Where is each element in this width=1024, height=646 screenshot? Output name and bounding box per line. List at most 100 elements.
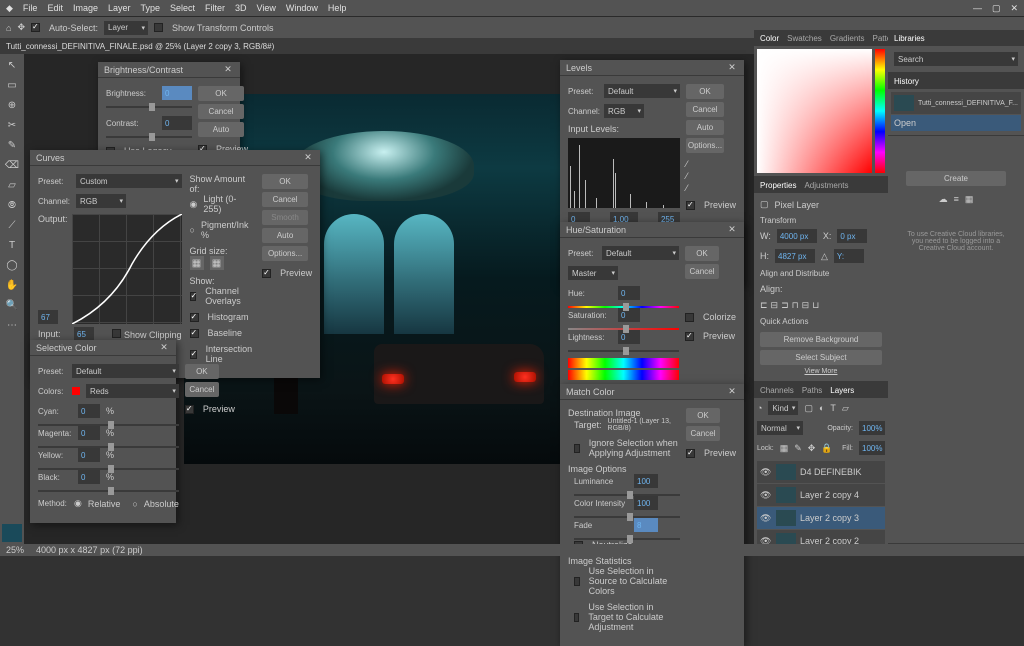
- fade-slider[interactable]: [574, 538, 680, 540]
- options-button[interactable]: Options...: [262, 246, 308, 261]
- layer-row[interactable]: 👁Layer 2 copy 3: [757, 507, 885, 529]
- menu-image[interactable]: Image: [73, 3, 98, 13]
- ignore-check[interactable]: [574, 444, 580, 453]
- kind-dropdown[interactable]: Kind: [768, 401, 798, 415]
- removebg-button[interactable]: Remove Background: [760, 332, 882, 347]
- layer-row[interactable]: 👁Layer 2 copy 4: [757, 484, 885, 506]
- cyan-value[interactable]: 0: [78, 404, 100, 418]
- max-icon[interactable]: ▢: [992, 3, 1001, 14]
- ok-button[interactable]: OK: [686, 408, 720, 423]
- lib-list-icon[interactable]: ≡: [954, 194, 959, 204]
- output-value[interactable]: 67: [38, 310, 58, 324]
- intersect-check[interactable]: [190, 350, 197, 359]
- grid-large[interactable]: ▦: [210, 256, 224, 270]
- baseline-check[interactable]: [190, 329, 199, 338]
- filter-type-icon[interactable]: T: [830, 403, 836, 413]
- blend-dropdown[interactable]: Normal: [757, 421, 803, 435]
- tab-libraries[interactable]: Libraries: [894, 34, 925, 43]
- filter-adj-icon[interactable]: ◐: [819, 403, 824, 413]
- absolute-radio[interactable]: Absolute: [144, 499, 179, 509]
- menu-select[interactable]: Select: [170, 3, 195, 13]
- menu-edit[interactable]: Edit: [47, 3, 63, 13]
- lasso-tool[interactable]: ⊕: [2, 96, 22, 114]
- channel-dropdown[interactable]: RGB: [604, 104, 644, 118]
- ok-button[interactable]: OK: [198, 86, 244, 101]
- autoselect-dropdown[interactable]: Layer: [104, 21, 148, 35]
- menu-file[interactable]: File: [23, 3, 38, 13]
- preset-dropdown[interactable]: Default: [72, 364, 179, 378]
- cancel-button[interactable]: Cancel: [185, 382, 219, 397]
- ci-value[interactable]: 100: [634, 496, 658, 510]
- selsubj-button[interactable]: Select Subject: [760, 350, 882, 365]
- close-icon[interactable]: ✕: [222, 64, 234, 76]
- close-icon[interactable]: ✕: [726, 386, 738, 398]
- align-top-icon[interactable]: ⊓: [792, 300, 799, 311]
- menu-layer[interactable]: Layer: [108, 3, 131, 13]
- channel-dropdown[interactable]: RGB: [76, 194, 126, 208]
- grid-small[interactable]: ▦: [190, 256, 204, 270]
- options-button[interactable]: Options...: [686, 138, 724, 153]
- tab-history[interactable]: History: [894, 77, 919, 86]
- align-bot-icon[interactable]: ⊔: [812, 300, 819, 311]
- cancel-button[interactable]: Cancel: [686, 102, 724, 117]
- lock-pos-icon[interactable]: ✥: [808, 443, 816, 454]
- clipping-check[interactable]: [112, 329, 121, 338]
- yellow-value[interactable]: 0: [78, 448, 100, 462]
- history-item[interactable]: Tutti_connessi_DEFINITIVA_F...: [891, 92, 1021, 114]
- tab-adjustments[interactable]: Adjustments: [804, 181, 848, 190]
- preset-dropdown[interactable]: Default: [604, 84, 680, 98]
- cancel-button[interactable]: Cancel: [686, 426, 720, 441]
- yellow-slider[interactable]: [38, 468, 179, 470]
- master-dropdown[interactable]: Master: [568, 266, 618, 280]
- auto-button[interactable]: Auto: [262, 228, 308, 243]
- magenta-slider[interactable]: [38, 446, 179, 448]
- eye-icon[interactable]: 👁: [760, 490, 772, 501]
- input-value[interactable]: 65: [74, 327, 94, 341]
- ci-slider[interactable]: [574, 516, 680, 518]
- align-right-icon[interactable]: ⊐: [781, 300, 789, 311]
- eyedropper-black-icon[interactable]: ⁄: [686, 159, 736, 169]
- align-left-icon[interactable]: ⊏: [760, 300, 768, 311]
- hand-tool[interactable]: ✋: [2, 276, 22, 294]
- marquee-tool[interactable]: ▭: [2, 76, 22, 94]
- home-icon[interactable]: ⌂: [6, 23, 11, 33]
- menu-help[interactable]: Help: [328, 3, 347, 13]
- filter-shape-icon[interactable]: ▱: [842, 403, 849, 414]
- eye-icon[interactable]: 👁: [760, 513, 772, 524]
- black-slider[interactable]: [38, 490, 179, 492]
- color-field[interactable]: [757, 49, 872, 173]
- lock-all-icon[interactable]: 🔒: [821, 443, 832, 454]
- min-icon[interactable]: —: [973, 3, 982, 13]
- eraser-tool[interactable]: ⌫: [2, 156, 22, 174]
- preview-check[interactable]: [185, 405, 194, 414]
- lib-grid-icon[interactable]: ▦: [965, 194, 974, 205]
- fade-value[interactable]: 8: [634, 518, 658, 532]
- ok-button[interactable]: OK: [185, 364, 219, 379]
- hue-value[interactable]: 0: [618, 286, 640, 300]
- colorize-check[interactable]: [685, 313, 694, 322]
- cancel-button[interactable]: Cancel: [198, 104, 244, 119]
- zoom-level[interactable]: 25%: [6, 545, 24, 555]
- close-icon[interactable]: ✕: [1010, 3, 1018, 14]
- ok-button[interactable]: OK: [686, 84, 724, 99]
- cancel-button[interactable]: Cancel: [262, 192, 308, 207]
- transform-check[interactable]: [154, 23, 163, 32]
- light-slider[interactable]: [568, 350, 679, 352]
- black-value[interactable]: 0: [78, 470, 100, 484]
- preview-check[interactable]: [686, 201, 695, 210]
- cancel-button[interactable]: Cancel: [685, 264, 719, 279]
- close-icon[interactable]: ✕: [726, 224, 738, 236]
- ok-button[interactable]: OK: [685, 246, 719, 261]
- close-icon[interactable]: ✕: [302, 152, 314, 164]
- tab-swatches[interactable]: Swatches: [787, 34, 822, 43]
- tab-color[interactable]: Color: [760, 34, 779, 43]
- menu-view[interactable]: View: [257, 3, 276, 13]
- contrast-value[interactable]: 0: [162, 116, 192, 130]
- tab-properties[interactable]: Properties: [760, 181, 796, 190]
- lock-paint-icon[interactable]: ✎: [794, 443, 802, 454]
- close-icon[interactable]: ✕: [726, 62, 738, 74]
- smooth-button[interactable]: Smooth: [262, 210, 308, 225]
- lock-trans-icon[interactable]: ▦: [780, 443, 789, 454]
- shape-tool[interactable]: ◯: [2, 256, 22, 274]
- lum-slider[interactable]: [574, 494, 680, 496]
